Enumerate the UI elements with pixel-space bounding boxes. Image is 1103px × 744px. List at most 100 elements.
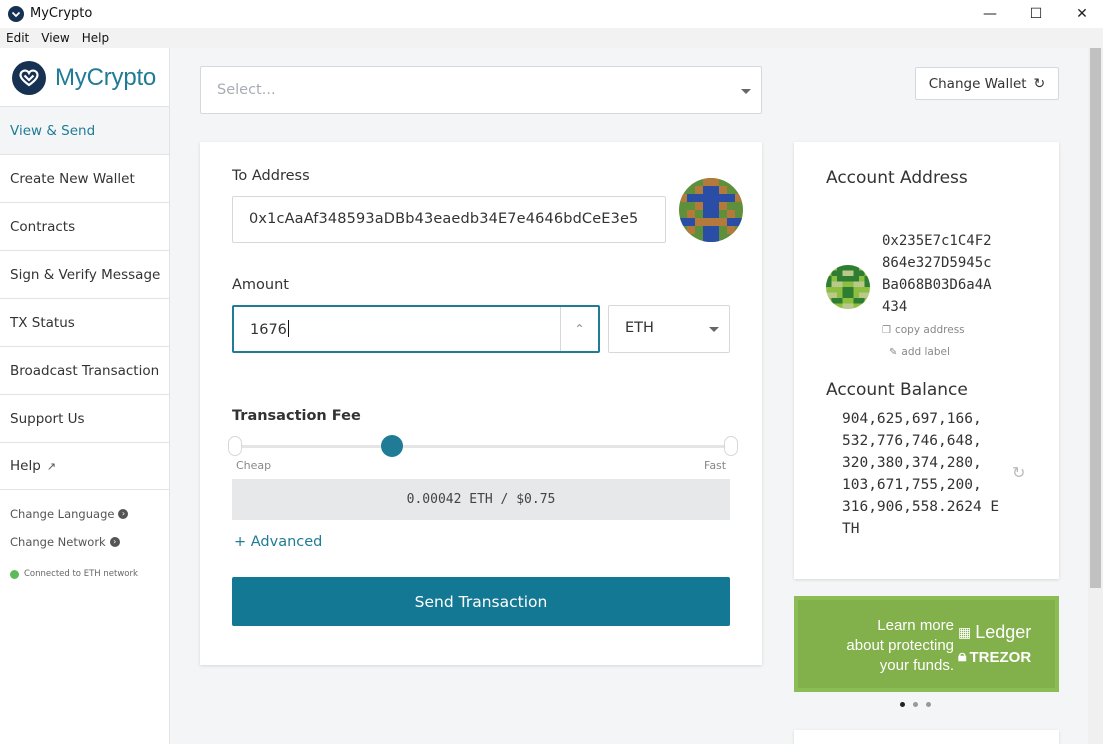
network-status: Connected to ETH network xyxy=(10,569,138,579)
external-link-icon: ↗ xyxy=(46,459,56,473)
send-everything-button[interactable]: ⌃ xyxy=(560,307,598,351)
sidebar-item-tx-status[interactable]: TX Status xyxy=(0,298,169,346)
sidebar-item-label: Support Us xyxy=(10,410,85,427)
sidebar-item-label: Sign & Verify Message xyxy=(10,266,161,283)
trezor-logo-icon: 🔒︎ xyxy=(958,648,967,665)
account-balance-title: Account Balance xyxy=(826,380,968,400)
sidebar: MyCrypto View & Send Create New Wallet C… xyxy=(0,48,170,744)
address-line: Ba068B03D6a4A xyxy=(882,277,992,293)
ledger-text: Ledger xyxy=(975,622,1032,642)
sidebar-item-sign-verify[interactable]: Sign & Verify Message xyxy=(0,250,169,298)
change-language-link[interactable]: Change Language › xyxy=(10,507,129,521)
balance-line: 320,380,374,280, xyxy=(842,455,982,471)
promo-line: Learn more xyxy=(877,617,954,634)
promo-inner: Learn more about protecting your funds. … xyxy=(798,600,1055,688)
account-address-title: Account Address xyxy=(826,168,968,188)
sidebar-item-label: Broadcast Transaction xyxy=(10,362,160,379)
fee-cheap-label: Cheap xyxy=(236,459,272,472)
lower-card xyxy=(794,730,1059,744)
sidebar-item-label: Create New Wallet xyxy=(10,170,135,187)
chevron-down-icon xyxy=(709,327,719,332)
sidebar-nav: View & Send Create New Wallet Contracts … xyxy=(0,106,169,490)
scrollbar-thumb[interactable] xyxy=(1090,48,1101,588)
trezor-text: TREZOR xyxy=(969,648,1032,666)
balance-line: 532,776,746,648, xyxy=(842,433,982,449)
promo-text: Learn more about protecting your funds. xyxy=(814,616,954,676)
unit-select[interactable]: ETH xyxy=(608,305,730,353)
change-network-link[interactable]: Change Network › xyxy=(10,535,120,549)
fee-slider-handle[interactable] xyxy=(381,435,403,457)
mycrypto-logo-icon xyxy=(12,61,46,95)
text-cursor xyxy=(287,320,289,337)
advanced-toggle[interactable]: + Advanced xyxy=(234,534,322,550)
hardware-wallet-promo[interactable]: Learn more about protecting your funds. … xyxy=(794,596,1059,692)
transaction-fee-title: Transaction Fee xyxy=(232,408,361,424)
balance-line: 316,906,558.2624 E xyxy=(842,499,1000,515)
balance-line: TH xyxy=(842,521,860,537)
sidebar-item-create-wallet[interactable]: Create New Wallet xyxy=(0,154,169,202)
fee-slider-max xyxy=(724,436,738,456)
chevron-down-icon xyxy=(741,89,751,94)
logo[interactable]: MyCrypto xyxy=(12,60,156,96)
account-address: 0x235E7c1C4F2 864e327D5945c Ba068B03D6a4… xyxy=(882,230,992,318)
network-status-text: Connected to ETH network xyxy=(24,569,138,579)
close-button[interactable]: ✕ xyxy=(1059,0,1103,28)
send-transaction-button[interactable]: Send Transaction xyxy=(232,577,730,626)
fee-fast-label: Fast xyxy=(704,459,727,472)
ledger-logo-icon: ▦ xyxy=(958,624,972,640)
sidebar-item-view-send[interactable]: View & Send xyxy=(0,106,169,154)
sidebar-item-label: Help xyxy=(10,458,41,474)
sidebar-item-broadcast[interactable]: Broadcast Transaction xyxy=(0,346,169,394)
double-chevron-up-icon: ⌃ xyxy=(574,322,585,336)
to-address-identicon xyxy=(679,178,743,242)
carousel-dot[interactable] xyxy=(900,702,905,707)
account-identicon xyxy=(826,265,870,309)
sidebar-item-contracts[interactable]: Contracts xyxy=(0,202,169,250)
logo-text: MyCrypto xyxy=(55,64,157,91)
unit-value: ETH xyxy=(625,320,654,336)
to-address-label: To Address xyxy=(232,168,310,184)
title-bar: MyCrypto — ☐ ✕ xyxy=(0,0,1103,28)
change-language-label: Change Language xyxy=(10,507,115,521)
ledger-brand: ▦ Ledger xyxy=(958,622,1031,643)
account-balance: 904,625,697,166, 532,776,746,648, 320,38… xyxy=(842,408,999,540)
amount-input[interactable]: 1676 ⌃ xyxy=(232,305,600,353)
wallet-select[interactable]: Select... xyxy=(200,66,762,114)
fee-display: 0.00042 ETH / $0.75 xyxy=(232,479,730,520)
maximize-button[interactable]: ☐ xyxy=(1013,0,1059,28)
minimize-button[interactable]: — xyxy=(967,0,1013,28)
app-icon xyxy=(8,6,24,22)
fee-slider-track[interactable] xyxy=(236,445,728,448)
address-line: 434 xyxy=(882,299,908,315)
change-wallet-button[interactable]: Change Wallet ↻ xyxy=(915,67,1059,100)
sidebar-item-support[interactable]: Support Us xyxy=(0,394,169,442)
promo-line: about protecting xyxy=(846,637,954,654)
add-label-text: add label xyxy=(901,346,950,358)
amount-label: Amount xyxy=(232,277,289,293)
window-title: MyCrypto xyxy=(30,6,93,21)
pencil-icon: ✎ xyxy=(889,346,898,358)
menu-bar: Edit View Help xyxy=(0,28,1103,48)
change-wallet-label: Change Wallet xyxy=(928,75,1027,92)
refresh-balance-icon[interactable]: ↻ xyxy=(1012,463,1025,482)
menu-help[interactable]: Help xyxy=(76,28,115,48)
balance-line: 103,671,755,200, xyxy=(842,477,982,493)
wallet-select-placeholder: Select... xyxy=(217,82,276,98)
menu-edit[interactable]: Edit xyxy=(0,28,35,48)
sidebar-item-help[interactable]: Help ↗ xyxy=(0,442,169,490)
address-line: 0x235E7c1C4F2 xyxy=(882,233,992,249)
change-network-label: Change Network xyxy=(10,535,106,549)
copy-address-link[interactable]: ❐ copy address xyxy=(882,324,965,336)
trezor-brand: 🔒︎ TREZOR xyxy=(958,648,1031,666)
carousel-dot[interactable] xyxy=(926,702,931,707)
promo-line: your funds. xyxy=(879,657,954,674)
menu-view[interactable]: View xyxy=(35,28,75,48)
fee-slider-min xyxy=(228,436,242,456)
carousel-dot[interactable] xyxy=(913,702,918,707)
arrow-circle-icon: › xyxy=(118,509,129,519)
add-label-link[interactable]: ✎ add label xyxy=(889,346,950,358)
status-dot-icon xyxy=(10,569,19,579)
scrollbar[interactable] xyxy=(1088,48,1103,744)
to-address-input[interactable]: 0x1cAaAf348593aDBb43eaedb34E7e4646bdCeE3… xyxy=(232,196,666,243)
refresh-icon: ↻ xyxy=(1033,75,1046,92)
